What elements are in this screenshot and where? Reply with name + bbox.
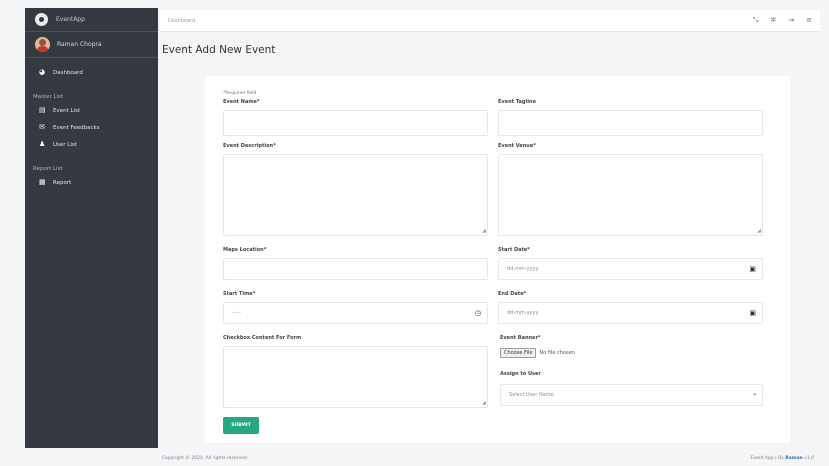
assign-user-selected: Select User Name	[509, 392, 554, 398]
dashboard-icon: ◕	[39, 68, 46, 76]
brand-name: EventApp	[56, 16, 85, 23]
start-date-placeholder: dd-mm-yyyy	[507, 266, 539, 272]
brand-link[interactable]: EventApp	[25, 8, 158, 32]
sidebar-item-label: User List	[53, 141, 77, 148]
checkbox-content-textarea[interactable]: ◢	[223, 346, 488, 408]
user-icon: ♟	[39, 140, 46, 148]
chevron-down-icon: ▾	[753, 392, 756, 398]
topbar: Dashboard ⤡ ✲ ⇥ ≡	[160, 10, 820, 32]
gear-icon[interactable]: ✲	[770, 16, 776, 25]
page-title: Event Add New Event	[162, 44, 276, 56]
end-date-placeholder: dd-mm-yyyy	[507, 310, 539, 316]
event-tagline-input[interactable]	[498, 110, 763, 136]
clock-icon[interactable]: ◷	[475, 309, 481, 317]
event-description-label: Event Description*	[223, 143, 276, 149]
topbar-icons: ⤡ ✲ ⇥ ≡	[753, 16, 820, 25]
start-time-label: Start Time*	[223, 291, 256, 297]
user-panel[interactable]: Raman Chopra	[25, 32, 158, 58]
resize-handle-icon[interactable]: ◢	[482, 229, 486, 234]
breadcrumb[interactable]: Dashboard	[168, 18, 195, 24]
event-venue-textarea[interactable]: ◢	[498, 154, 763, 236]
sidebar-item-event-list[interactable]: ▤ Event List	[25, 102, 158, 119]
start-date-input[interactable]: dd-mm-yyyy ▣	[498, 258, 763, 280]
checkbox-content-label: Checkbox Content For Form	[223, 335, 302, 341]
end-date-label: End Date*	[498, 291, 527, 297]
comments-icon: ✉	[39, 123, 45, 131]
maps-location-input[interactable]	[223, 258, 488, 280]
user-name: Raman Chopra	[57, 41, 102, 48]
compress-icon[interactable]: ⤡	[753, 16, 759, 25]
sidebar-item-label: Event List	[53, 107, 81, 114]
file-status: No file chosen	[539, 350, 575, 356]
sidebar-item-label: Report	[53, 179, 72, 186]
brand-logo-icon	[35, 13, 48, 26]
choose-file-button[interactable]: Choose File	[500, 348, 537, 358]
assign-user-select[interactable]: Select User Name ▾	[500, 384, 763, 406]
sidebar-item-dashboard[interactable]: ◕ Dashboard	[25, 64, 158, 81]
database-icon: ▦	[39, 178, 46, 186]
copyright-text: Copyright © 2024. All rights reserved.	[162, 456, 249, 461]
footer: Copyright © 2024. All rights reserved. E…	[162, 456, 822, 461]
sidebar-item-user-list[interactable]: ♟ User List	[25, 136, 158, 153]
list-icon: ▤	[39, 106, 46, 114]
maps-location-label: Maps Location*	[223, 247, 267, 253]
required-note: *Required field	[223, 91, 257, 96]
event-name-label: Event Name*	[223, 99, 260, 105]
event-venue-label: Event Venue*	[498, 143, 536, 149]
calendar-icon[interactable]: ▣	[749, 309, 756, 317]
credit-prefix: Event App | By	[750, 456, 784, 461]
footer-credit: Event App | By Raman v1.0	[751, 456, 822, 461]
nav-header-report: Report List	[33, 166, 63, 172]
avatar	[35, 37, 50, 52]
submit-button[interactable]: SUBMIT	[223, 417, 259, 434]
event-name-input[interactable]	[223, 110, 488, 136]
event-banner-file-input[interactable]: Choose File No file chosen	[500, 348, 575, 358]
credit-brand-link[interactable]: Raman	[785, 456, 802, 461]
sidebar-item-label: Event Feedbacks	[53, 124, 100, 131]
resize-handle-icon[interactable]: ◢	[482, 401, 486, 406]
sidebar-item-label: Dashboard	[53, 69, 83, 76]
event-description-textarea[interactable]: ◢	[223, 154, 488, 236]
start-time-placeholder: --:--	[232, 310, 241, 316]
event-tagline-label: Event Tagline	[498, 99, 536, 105]
assign-user-label: Assign to User	[500, 371, 541, 377]
event-banner-label: Event Banner*	[500, 335, 541, 341]
start-time-input[interactable]: --:-- ◷	[223, 302, 488, 324]
sidebar-item-report[interactable]: ▦ Report	[25, 174, 158, 191]
credit-version: v1.0	[804, 456, 814, 461]
logout-icon[interactable]: ⇥	[788, 16, 794, 25]
menu-icon[interactable]: ≡	[806, 16, 812, 25]
sidebar-item-event-feedbacks[interactable]: ✉ Event Feedbacks	[25, 119, 158, 136]
sidebar: EventApp Raman Chopra ◕ Dashboard Master…	[25, 8, 158, 448]
end-date-input[interactable]: dd-mm-yyyy ▣	[498, 302, 763, 324]
resize-handle-icon[interactable]: ◢	[757, 229, 761, 234]
nav-header-master: Master List	[33, 94, 64, 100]
calendar-icon[interactable]: ▣	[749, 265, 756, 273]
start-date-label: Start Date*	[498, 247, 530, 253]
